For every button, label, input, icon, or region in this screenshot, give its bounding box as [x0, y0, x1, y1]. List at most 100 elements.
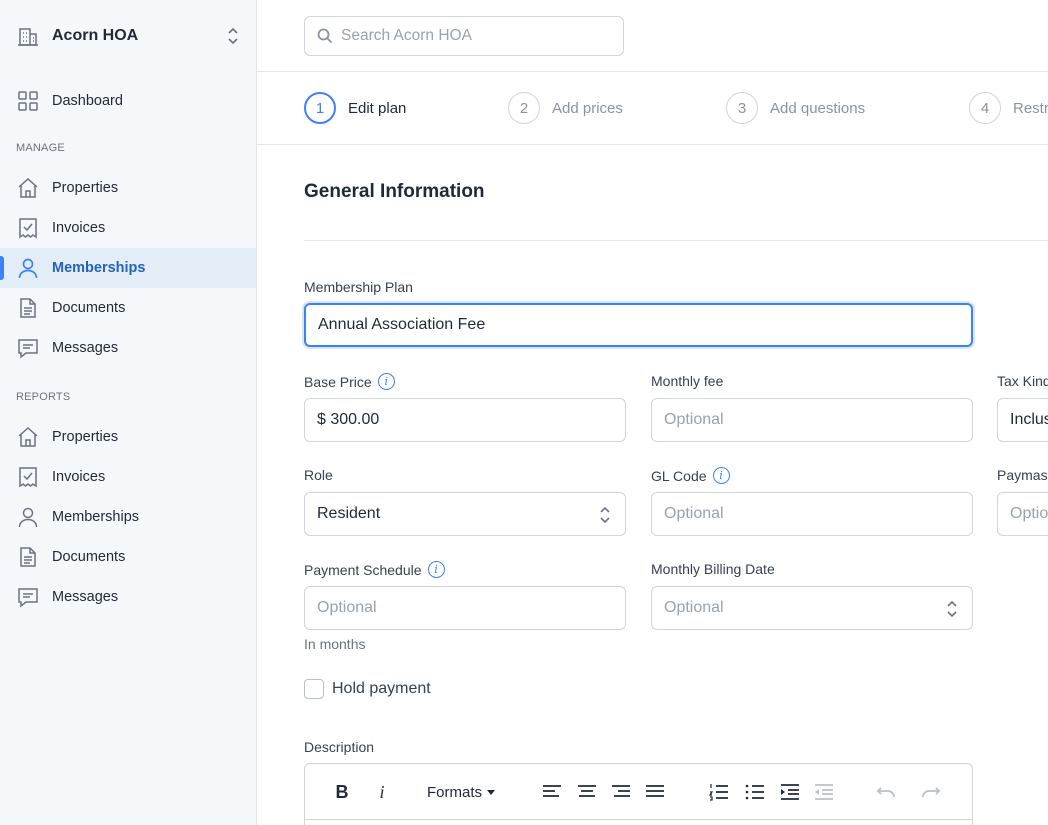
gl-code-label: GL Code i	[651, 467, 730, 484]
align-justify-button[interactable]	[644, 778, 666, 806]
payment-schedule-hint: In months	[304, 636, 366, 652]
step-restrictions[interactable]: 4 Restrictions	[969, 92, 1048, 124]
sidebar-item-label: Dashboard	[52, 93, 123, 109]
info-icon[interactable]: i	[712, 467, 730, 484]
bullet-list-icon	[745, 784, 764, 800]
section-label-reports: REPORTS	[16, 391, 71, 403]
monthly-billing-date-placeholder: Optional	[664, 599, 724, 616]
label-text: Description	[304, 739, 375, 755]
numbered-list-button[interactable]	[708, 778, 730, 806]
step-number: 3	[726, 92, 758, 124]
sidebar-item-dashboard[interactable]: Dashboard	[0, 81, 256, 121]
document-icon	[16, 545, 40, 569]
step-edit-plan[interactable]: 1 Edit plan	[304, 92, 406, 124]
label-text: Paymaster	[997, 467, 1048, 483]
sidebar-item-reports-properties[interactable]: Properties	[0, 417, 256, 457]
invoice-check-icon	[16, 465, 40, 489]
label-text: Tax Kind	[997, 373, 1048, 389]
label-text: Payment Schedule	[304, 561, 422, 578]
membership-plan-input[interactable]	[318, 316, 959, 334]
monthly-fee-input[interactable]	[664, 411, 960, 429]
step-number: 4	[969, 92, 1001, 124]
outdent-icon	[815, 784, 833, 800]
document-icon	[16, 296, 40, 320]
sidebar-item-label: Properties	[52, 429, 119, 445]
undo-icon	[876, 787, 895, 798]
sidebar-item-invoices[interactable]: Invoices	[0, 208, 256, 248]
label-text: Monthly fee	[651, 373, 724, 389]
paymaster-input[interactable]	[1010, 505, 1048, 523]
section-label-manage: MANAGE	[16, 142, 65, 154]
message-icon	[16, 585, 40, 609]
sidebar: Acorn HOA Dashboard MANAGE Properties In…	[0, 0, 257, 825]
hold-payment-label: Hold payment	[332, 680, 431, 697]
base-price-input[interactable]	[317, 411, 613, 429]
role-select[interactable]: Resident	[304, 492, 626, 536]
sidebar-item-memberships[interactable]: Memberships	[0, 248, 256, 288]
home-icon	[16, 425, 40, 449]
label-text: Base Price	[304, 373, 372, 390]
bold-button[interactable]: B	[331, 778, 353, 806]
sidebar-item-messages[interactable]: Messages	[0, 328, 256, 368]
sidebar-item-label: Invoices	[52, 469, 106, 485]
membership-plan-field[interactable]	[304, 303, 973, 347]
bullet-list-button[interactable]	[744, 778, 766, 806]
search-input[interactable]	[341, 27, 611, 45]
undo-button[interactable]	[875, 778, 897, 806]
tax-kind-label: Tax Kind	[997, 373, 1048, 389]
tax-kind-select[interactable]: Inclusive	[997, 398, 1048, 442]
gl-code-field[interactable]	[651, 492, 973, 536]
sidebar-item-label: Memberships	[52, 260, 146, 276]
hold-payment-row[interactable]: Hold payment	[304, 679, 431, 699]
tax-kind-value: Inclusive	[1010, 411, 1048, 428]
outdent-button[interactable]	[813, 778, 835, 806]
indent-icon	[781, 784, 799, 800]
chevron-up-down-icon	[228, 27, 238, 45]
align-right-button[interactable]	[610, 778, 632, 806]
monthly-fee-field[interactable]	[651, 398, 973, 442]
align-right-icon	[612, 785, 630, 797]
align-center-button[interactable]	[576, 778, 598, 806]
step-add-prices[interactable]: 2 Add prices	[508, 92, 623, 124]
redo-button[interactable]	[920, 778, 942, 806]
top-bar	[257, 0, 1048, 72]
description-label: Description	[304, 739, 374, 755]
sidebar-item-properties[interactable]: Properties	[0, 168, 256, 208]
payment-schedule-field[interactable]	[304, 586, 626, 630]
search-icon	[317, 28, 333, 44]
sidebar-item-reports-messages[interactable]: Messages	[0, 577, 256, 617]
monthly-fee-label: Monthly fee	[651, 373, 723, 389]
monthly-billing-date-select[interactable]: Optional	[651, 586, 973, 630]
sidebar-item-reports-memberships[interactable]: Memberships	[0, 497, 256, 537]
search-box[interactable]	[304, 16, 624, 56]
chevron-up-down-icon	[600, 506, 610, 524]
step-label: Restrictions	[1013, 99, 1048, 117]
info-icon[interactable]: i	[427, 561, 445, 578]
sidebar-item-label: Messages	[52, 589, 119, 605]
sidebar-item-label: Documents	[52, 300, 126, 316]
hold-payment-checkbox[interactable]	[304, 679, 324, 699]
sidebar-item-label: Messages	[52, 340, 119, 356]
role-label: Role	[304, 467, 333, 483]
sidebar-item-reports-invoices[interactable]: Invoices	[0, 457, 256, 497]
formats-dropdown[interactable]: Formats	[427, 778, 496, 806]
paymaster-label: Paymaster	[997, 467, 1048, 483]
description-editor[interactable]: B i Formats	[304, 763, 973, 825]
org-switcher[interactable]: Acorn HOA	[16, 20, 242, 52]
step-add-questions[interactable]: 3 Add questions	[726, 92, 865, 124]
payment-schedule-input[interactable]	[317, 599, 613, 617]
paymaster-field[interactable]	[997, 492, 1048, 536]
gl-code-input[interactable]	[664, 505, 960, 523]
editor-toolbar: B i Formats	[305, 764, 972, 820]
base-price-field[interactable]	[304, 398, 626, 442]
indent-button[interactable]	[779, 778, 801, 806]
align-center-icon	[578, 785, 596, 797]
info-icon[interactable]: i	[377, 373, 395, 390]
sidebar-item-reports-documents[interactable]: Documents	[0, 537, 256, 577]
label-text: Role	[304, 467, 333, 483]
label-text: Monthly Billing Date	[651, 561, 775, 577]
italic-button[interactable]: i	[373, 778, 391, 806]
align-left-button[interactable]	[541, 778, 563, 806]
sidebar-item-documents[interactable]: Documents	[0, 288, 256, 328]
chevron-up-down-icon	[947, 600, 957, 618]
